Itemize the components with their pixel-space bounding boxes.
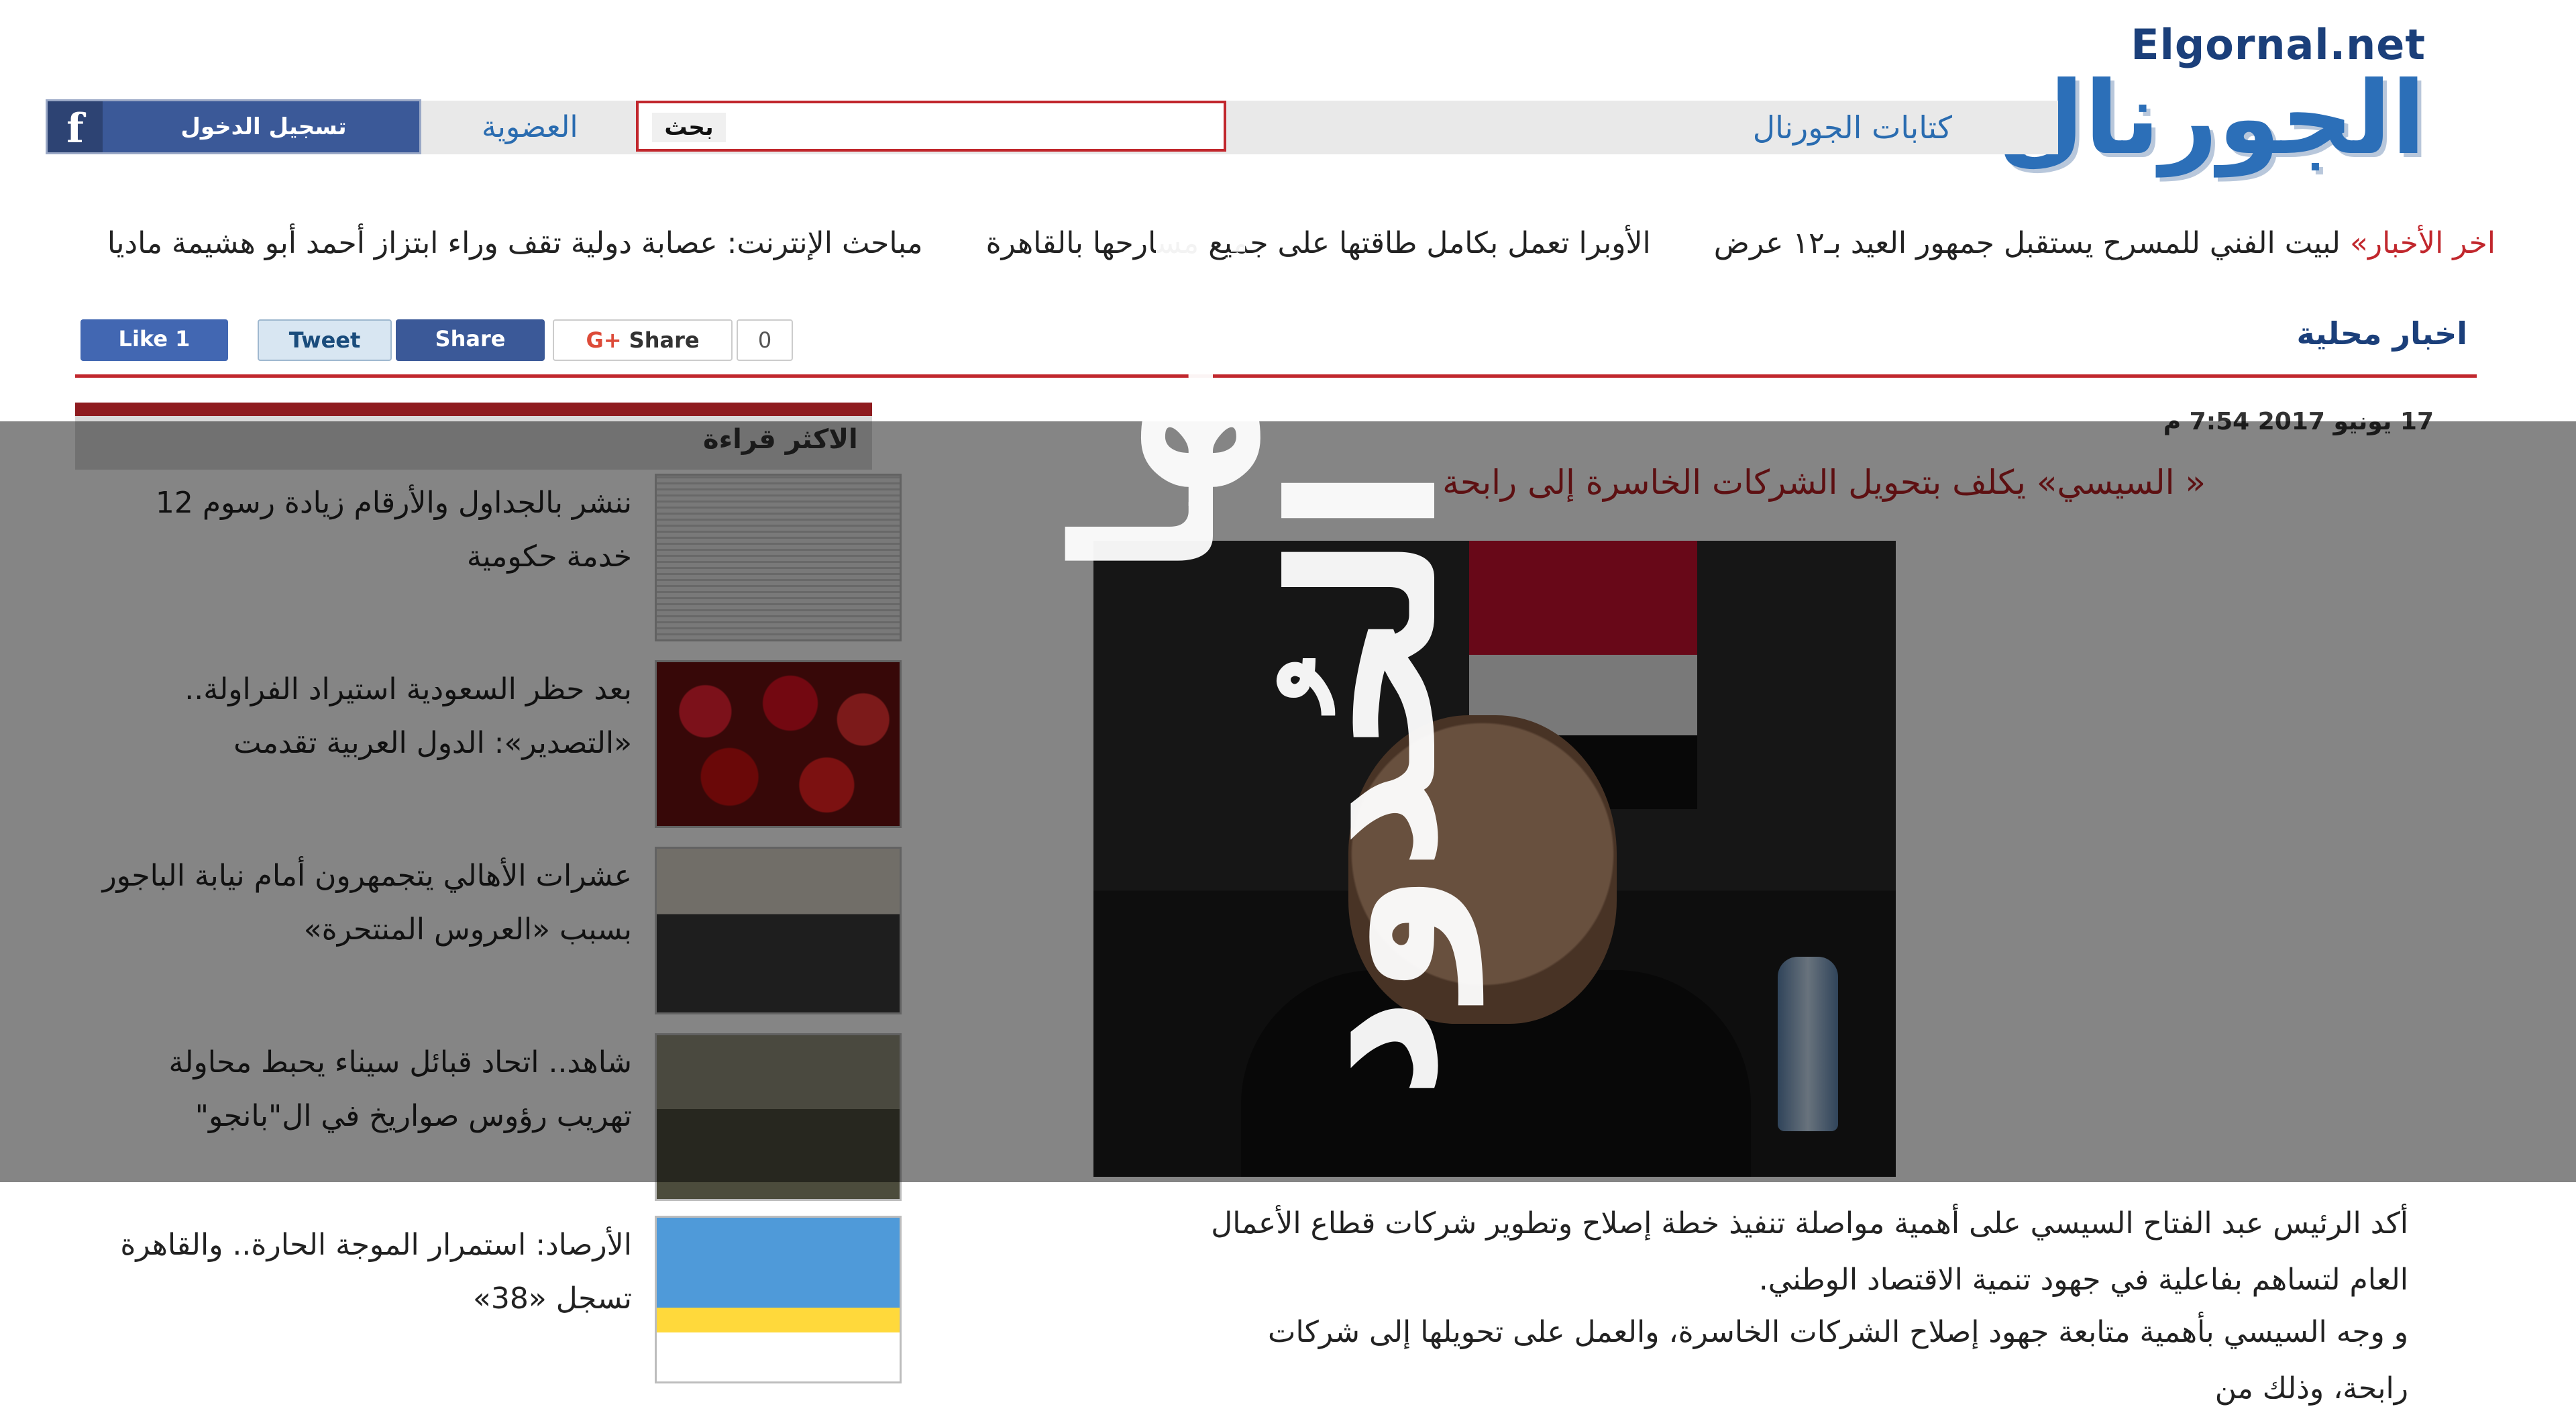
ticker-item[interactable]: مباحث الإنترنت: عصابة دولية تقف وراء ابت… — [107, 226, 923, 260]
sidebar-item-title[interactable]: الأرصاد: استمرار الموجة الحارة.. والقاهر… — [102, 1218, 632, 1326]
google-share-button[interactable]: G+ Share — [553, 319, 733, 361]
google-share-label: Share — [629, 327, 700, 353]
facebook-login-label: تسجيل الدخول — [180, 113, 347, 140]
sidebar-item[interactable]: الأرصاد: استمرار الموجة الحارة.. والقاهر… — [75, 1216, 902, 1392]
overlay-hashtag-line1: # ليتها — [1033, 0, 1259, 577]
news-ticker: اخر الأخبار» لبيت الفني للمسرح يستقبل جم… — [46, 220, 2496, 267]
site-logo[interactable]: Elgornal.net الجورنال — [1997, 20, 2426, 188]
sidebar-thumbnail[interactable] — [655, 1216, 902, 1383]
sidebar-header-bar — [75, 403, 872, 416]
facebook-like-button[interactable]: Like 1 — [80, 319, 228, 361]
share-count: 0 — [737, 319, 793, 361]
google-plus-icon: G+ — [586, 327, 622, 353]
article-paragraph: أكد الرئيس عبد الفتاح السيسي على أهمية م… — [1211, 1206, 2408, 1297]
facebook-share-button[interactable]: Share — [396, 319, 545, 361]
logo-arabic-text: الجورنال — [1996, 60, 2426, 177]
tweet-button[interactable]: Tweet — [258, 319, 392, 361]
section-title[interactable]: اخبار محلية — [2296, 315, 2467, 352]
membership-link[interactable]: العضوية — [482, 101, 578, 154]
overlay-hashtag-line2: الحُدود — [1248, 466, 1482, 1100]
ticker-lead: اخر الأخبار» — [2349, 226, 2496, 260]
section-divider — [75, 374, 2477, 378]
kitabat-link[interactable]: كتابات الجورنال — [1753, 101, 1952, 154]
article-paragraph: و وجه السيسي بأهمية متابعة جهود إصلاح ال… — [1268, 1315, 2408, 1406]
search-button[interactable]: بحث — [652, 113, 726, 142]
facebook-icon: f — [48, 101, 103, 152]
ticker-item[interactable]: لبيت الفني للمسرح يستقبل جمهور العيد بـ١… — [1714, 226, 2341, 260]
facebook-login-button[interactable]: f تسجيل الدخول — [46, 99, 421, 154]
